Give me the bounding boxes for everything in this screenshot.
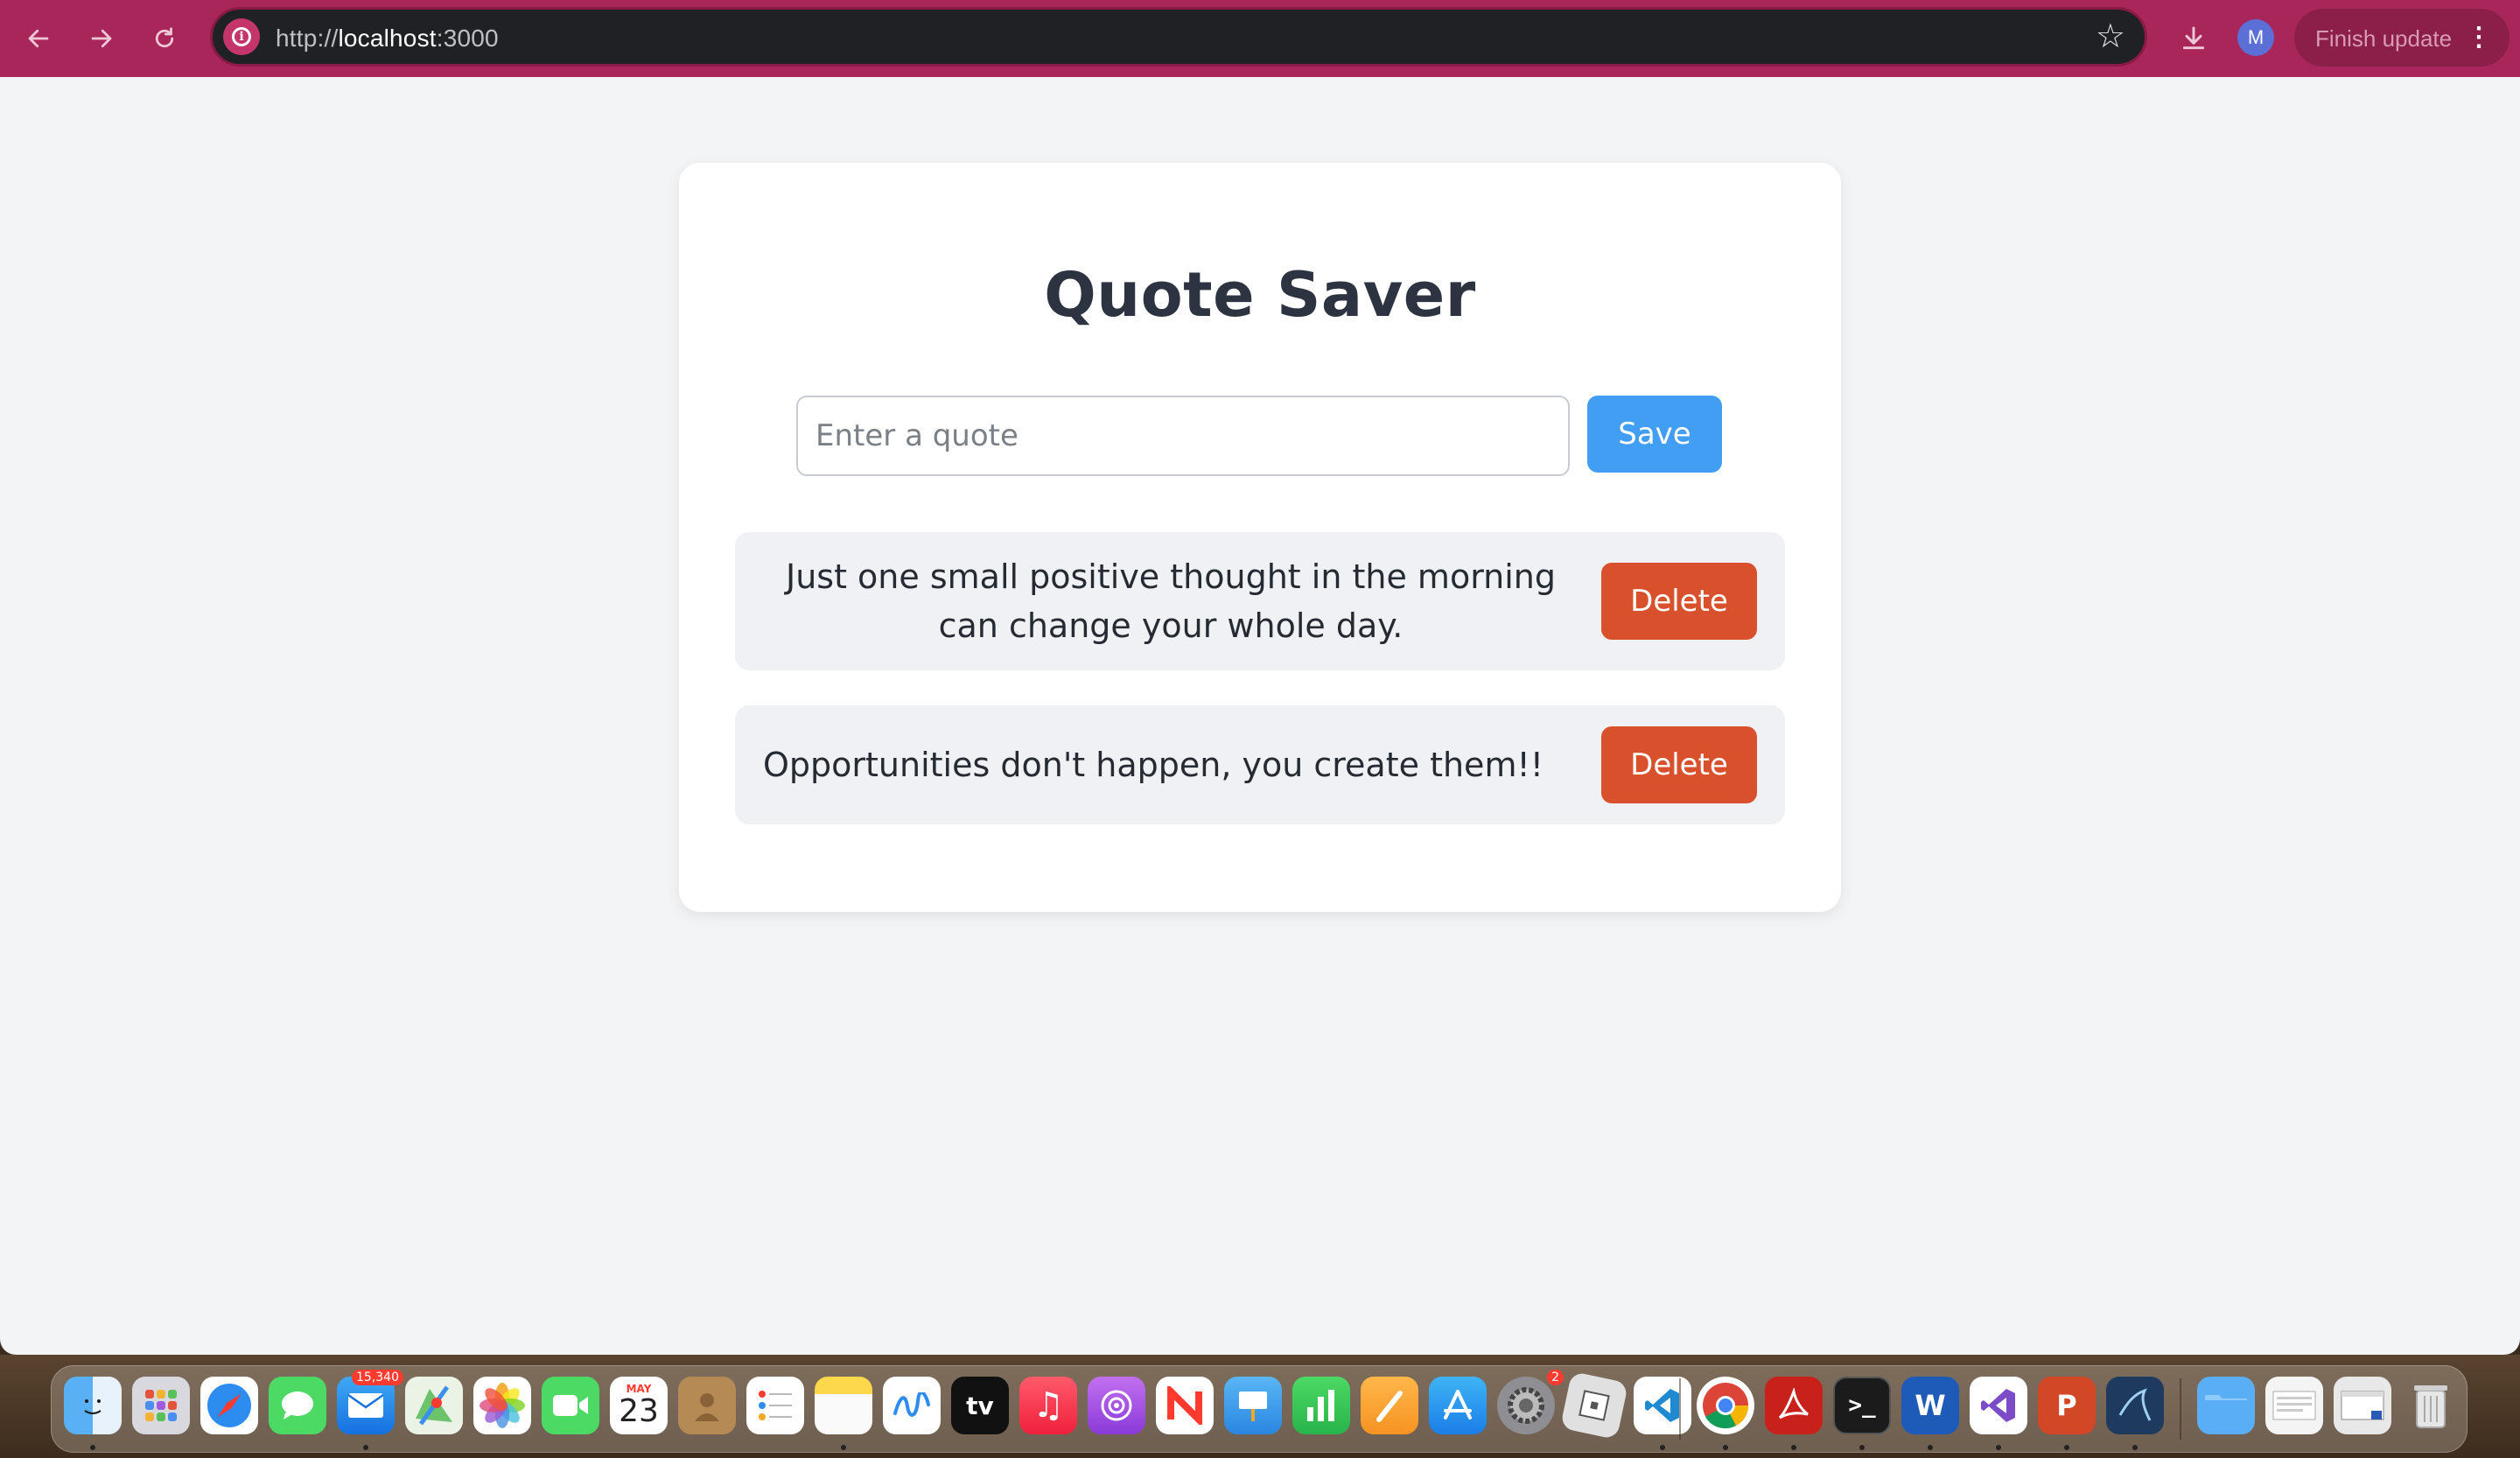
- vscode-icon[interactable]: [1634, 1377, 1691, 1434]
- quote-text: Opportunities don't happen, you create t…: [763, 746, 1544, 784]
- reminders-icon[interactable]: [746, 1377, 804, 1434]
- apple-tv-icon[interactable]: tv: [951, 1377, 1009, 1434]
- quote-input[interactable]: [796, 396, 1570, 476]
- notes-running-indicator: [841, 1445, 846, 1450]
- finish-update-button[interactable]: Finish update ⋮: [2294, 9, 2510, 67]
- terminal-running-indicator: [1859, 1445, 1865, 1450]
- freeform-icon[interactable]: [883, 1377, 941, 1434]
- delete-button[interactable]: Delete: [1601, 563, 1757, 640]
- quote-list: Just one small positive thought in the m…: [735, 532, 1785, 859]
- dock-separator: [2180, 1378, 2181, 1440]
- settings-badge: 2: [1547, 1370, 1564, 1385]
- bookmark-star-icon[interactable]: ☆: [2096, 18, 2125, 55]
- trash-icon[interactable]: [2402, 1377, 2460, 1434]
- numbers-icon[interactable]: [1292, 1377, 1350, 1434]
- apple-tv-label: tv: [966, 1391, 994, 1420]
- keynote-icon[interactable]: [1224, 1377, 1282, 1434]
- mysql-workbench-running-indicator: [2132, 1445, 2138, 1450]
- notes-icon[interactable]: [815, 1377, 872, 1434]
- acrobat-running-indicator: [1791, 1445, 1796, 1450]
- finder-running-indicator: [90, 1445, 95, 1450]
- visual-studio-running-indicator: [1996, 1445, 2001, 1450]
- dock: 15,340 MAY 23 tv ♫ 2 >_ W P: [51, 1365, 2468, 1453]
- maps-icon[interactable]: [405, 1377, 463, 1434]
- photos-icon[interactable]: [473, 1377, 531, 1434]
- pages-icon[interactable]: [1361, 1377, 1418, 1434]
- quote-item: Opportunities don't happen, you create t…: [735, 705, 1785, 824]
- downloads-folder-icon[interactable]: [2197, 1377, 2255, 1434]
- browser-toolbar: i http://localhost:3000 ☆ M Finish updat…: [0, 0, 2520, 77]
- launchpad-icon[interactable]: [132, 1377, 190, 1434]
- podcasts-icon[interactable]: [1088, 1377, 1145, 1434]
- url-host: localhost: [338, 25, 437, 52]
- chrome-running-indicator: [1723, 1445, 1728, 1450]
- mysql-workbench-icon[interactable]: [2106, 1377, 2164, 1434]
- delete-button[interactable]: Delete: [1601, 726, 1757, 803]
- more-menu-icon[interactable]: ⋮: [2466, 21, 2492, 54]
- mail-icon[interactable]: 15,340: [337, 1370, 403, 1434]
- news-icon[interactable]: [1156, 1377, 1214, 1434]
- quote-text: Just one small positive thought in the m…: [785, 557, 1556, 645]
- page-viewport: Quote Saver Save Just one small positive…: [0, 77, 2520, 1355]
- facetime-icon[interactable]: [542, 1377, 599, 1434]
- url-port: :3000: [436, 25, 499, 52]
- page-title: Quote Saver: [1044, 259, 1476, 331]
- save-button[interactable]: Save: [1587, 396, 1722, 473]
- mail-badge: 15,340: [352, 1370, 403, 1385]
- powerpoint-running-indicator: [2064, 1445, 2069, 1450]
- roblox-icon[interactable]: [1559, 1370, 1629, 1440]
- address-bar[interactable]: i http://localhost:3000 ☆: [210, 7, 2147, 67]
- finder-icon[interactable]: [64, 1377, 122, 1434]
- site-info-icon[interactable]: i: [223, 18, 260, 55]
- url-scheme: http://: [276, 25, 339, 52]
- contacts-icon[interactable]: [678, 1377, 736, 1434]
- powerpoint-icon[interactable]: P: [2038, 1377, 2096, 1434]
- recent-window-icon[interactable]: [2334, 1377, 2391, 1434]
- calendar-day: 23: [619, 1393, 659, 1429]
- acrobat-icon[interactable]: [1765, 1377, 1823, 1434]
- visual-studio-icon[interactable]: [1970, 1377, 2027, 1434]
- safari-icon[interactable]: [200, 1377, 258, 1434]
- word-letter: W: [1914, 1389, 1946, 1422]
- forward-icon[interactable]: [82, 19, 121, 58]
- calendar-icon[interactable]: MAY 23: [610, 1377, 668, 1434]
- system-settings-icon[interactable]: 2: [1497, 1370, 1564, 1434]
- vscode-running-indicator: [1660, 1445, 1665, 1450]
- reload-icon[interactable]: [145, 19, 184, 58]
- app-store-icon[interactable]: [1429, 1377, 1487, 1434]
- word-icon[interactable]: W: [1901, 1377, 1959, 1434]
- word-running-indicator: [1928, 1445, 1933, 1450]
- quote-saver-card: Quote Saver Save Just one small positive…: [679, 163, 1841, 912]
- download-icon[interactable]: [2174, 19, 2213, 58]
- quote-item: Just one small positive thought in the m…: [735, 532, 1785, 670]
- recent-document-icon[interactable]: [2265, 1377, 2323, 1434]
- terminal-icon[interactable]: >_: [1833, 1377, 1891, 1434]
- messages-icon[interactable]: [269, 1377, 326, 1434]
- profile-avatar[interactable]: M: [2237, 19, 2274, 56]
- back-icon[interactable]: [19, 19, 58, 58]
- powerpoint-letter: P: [2056, 1389, 2077, 1422]
- chrome-icon[interactable]: [1697, 1377, 1754, 1434]
- finish-update-label: Finish update: [2315, 25, 2453, 52]
- mail-running-indicator: [363, 1445, 368, 1450]
- dock-separator: [1679, 1378, 1681, 1440]
- url-text[interactable]: http://localhost:3000: [276, 25, 499, 53]
- music-icon[interactable]: ♫: [1019, 1377, 1077, 1434]
